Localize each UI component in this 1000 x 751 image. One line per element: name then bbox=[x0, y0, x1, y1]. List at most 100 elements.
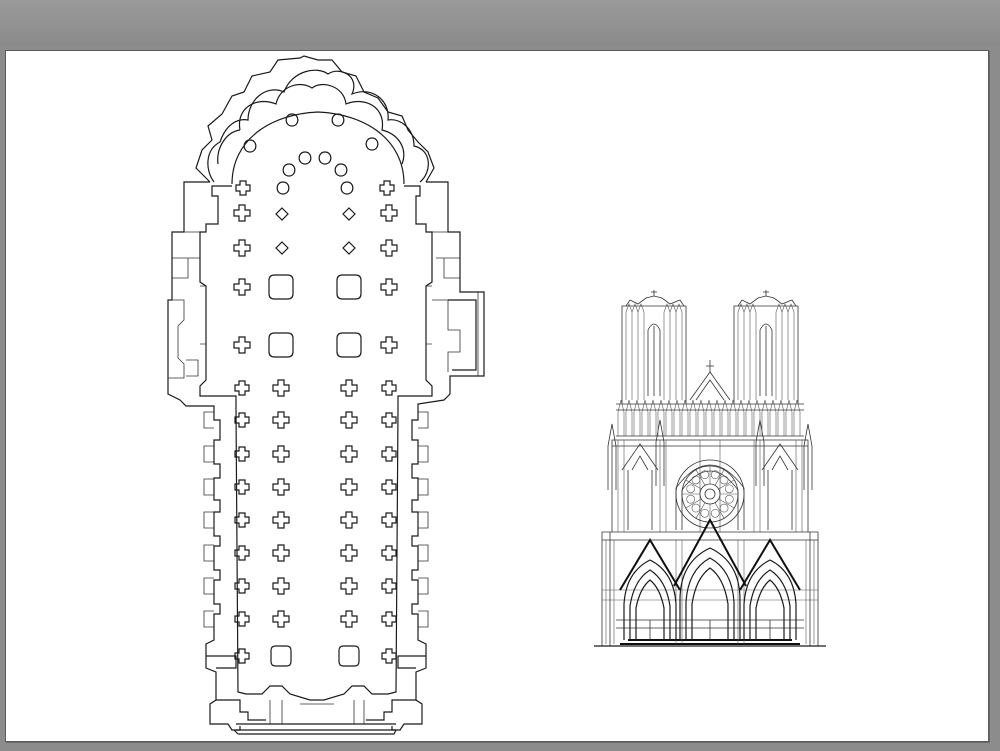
choir-pier bbox=[235, 180, 251, 196]
buttress-left bbox=[203, 478, 214, 496]
tower-right-finial bbox=[763, 290, 769, 296]
aisle-respond bbox=[234, 380, 250, 396]
tower-gablet bbox=[669, 303, 677, 313]
tower-gablet bbox=[743, 303, 751, 313]
cathedral-west-facade-elevation bbox=[594, 290, 826, 647]
cathedral-floor-plan bbox=[167, 55, 485, 735]
tower-left-window bbox=[647, 323, 661, 396]
ambulatory-ring bbox=[231, 111, 405, 185]
rose-petal bbox=[686, 484, 696, 494]
base-steps bbox=[620, 639, 800, 645]
buttress-left bbox=[203, 610, 214, 628]
gallery-pinnacle bbox=[633, 399, 641, 436]
choir-pier bbox=[275, 241, 289, 255]
gallery-of-kings bbox=[616, 399, 804, 436]
rose-petal bbox=[719, 475, 729, 485]
tower-gablet bbox=[749, 303, 757, 313]
buttress-right bbox=[418, 445, 429, 463]
gallery-pinnacle bbox=[769, 399, 777, 436]
gallery-pinnacle bbox=[673, 399, 681, 436]
facade-string-course bbox=[602, 589, 818, 601]
crossing-pier bbox=[336, 274, 362, 300]
nave-pier bbox=[340, 610, 358, 628]
gallery-pinnacle bbox=[625, 399, 633, 436]
aisle-respond bbox=[234, 446, 250, 462]
tower-gablet bbox=[631, 303, 639, 313]
rose-petal bbox=[691, 475, 701, 485]
nave-pier bbox=[272, 411, 290, 429]
rose-petal bbox=[724, 484, 734, 494]
buttress-left bbox=[203, 511, 214, 529]
hemicycle-pier bbox=[334, 163, 348, 177]
gallery-pinnacle bbox=[761, 399, 769, 436]
buttress-right bbox=[418, 511, 429, 529]
wall-openings bbox=[200, 285, 432, 345]
nave-inner-wall-right bbox=[316, 185, 433, 701]
drawing-viewer bbox=[0, 0, 1000, 751]
nave-pier bbox=[272, 544, 290, 562]
aisle-respond bbox=[381, 648, 397, 664]
nave-pier bbox=[340, 544, 358, 562]
transept-pier bbox=[233, 204, 251, 222]
aisle-respond bbox=[234, 648, 250, 664]
hemicycle-pier bbox=[331, 113, 345, 127]
west-tower-left bbox=[206, 655, 266, 721]
gallery-pinnacle bbox=[793, 399, 801, 436]
rose-petal bbox=[700, 508, 710, 518]
gallery-pinnacle bbox=[689, 399, 697, 436]
aisle-respond bbox=[381, 380, 397, 396]
buttress-right bbox=[418, 478, 429, 496]
gallery-pinnacle bbox=[745, 399, 753, 436]
nave-pier bbox=[272, 511, 290, 529]
nave-pier bbox=[272, 577, 290, 595]
rose-spoke bbox=[685, 498, 702, 509]
buttress-left bbox=[203, 411, 214, 429]
west-portal-steps bbox=[233, 723, 397, 735]
gallery-pinnacle bbox=[697, 399, 705, 436]
rose-spoke bbox=[685, 479, 702, 490]
aisle-respond bbox=[381, 578, 397, 594]
nave-pier bbox=[340, 445, 358, 463]
tower-gablet bbox=[663, 303, 671, 313]
rose-spoke bbox=[718, 479, 735, 490]
rose-petal bbox=[719, 503, 729, 513]
gallery-pinnacle bbox=[641, 399, 649, 436]
buttress-left bbox=[203, 544, 214, 562]
hemicycle-pier bbox=[298, 151, 312, 165]
crossing-pier bbox=[336, 332, 362, 358]
transept-pier bbox=[380, 336, 398, 354]
transept-pier bbox=[380, 204, 398, 222]
buttress-right bbox=[418, 610, 429, 628]
gallery-pinnacle bbox=[753, 399, 761, 436]
sacristy-annex bbox=[448, 299, 477, 371]
choir-pier bbox=[275, 207, 289, 221]
transept-pier bbox=[233, 239, 251, 257]
aisle-respond bbox=[381, 412, 397, 428]
west-pier bbox=[338, 645, 360, 667]
choir-pier bbox=[379, 180, 395, 196]
rose-spoke bbox=[714, 502, 725, 519]
central-gable bbox=[689, 371, 731, 401]
gable-cross bbox=[706, 360, 714, 372]
hemicycle-pier bbox=[243, 139, 257, 153]
buttress-left bbox=[203, 577, 214, 595]
aisle-respond bbox=[381, 479, 397, 495]
nave-pier bbox=[340, 411, 358, 429]
nave-pier bbox=[272, 478, 290, 496]
tower-gablet bbox=[781, 303, 789, 313]
aisle-respond bbox=[381, 512, 397, 528]
buttress-right bbox=[418, 544, 429, 562]
rose-window-center bbox=[699, 483, 721, 505]
tower-left-finial bbox=[651, 290, 657, 296]
rose-petal bbox=[710, 508, 720, 518]
buttress-right bbox=[418, 411, 429, 429]
west-portal-jambs bbox=[269, 700, 365, 724]
gallery-pinnacle bbox=[713, 399, 721, 436]
rose-petal bbox=[686, 494, 696, 504]
gallery-pinnacle bbox=[657, 399, 665, 436]
crossing-pier bbox=[268, 332, 294, 358]
transept-pier bbox=[380, 239, 398, 257]
rose-petal bbox=[691, 503, 701, 513]
nave-pier bbox=[340, 478, 358, 496]
nave-pier bbox=[340, 379, 358, 397]
